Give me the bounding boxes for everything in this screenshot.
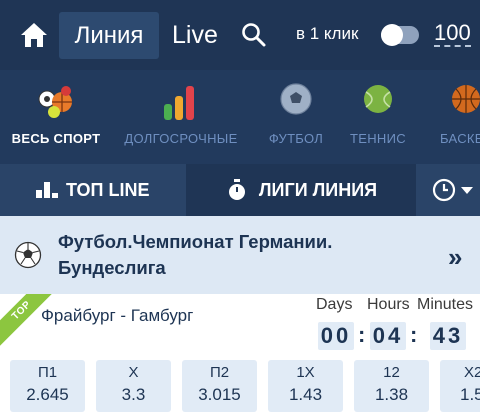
search-icon[interactable]: [241, 22, 267, 48]
sport-football[interactable]: ФУТБОЛ: [258, 70, 334, 164]
timer-labels: Days Hours Minutes: [316, 296, 480, 316]
one-click-label: в 1 клик: [296, 24, 359, 43]
sport-label: ТЕННИС: [350, 131, 406, 146]
stake-amount[interactable]: 100: [434, 21, 471, 47]
clock-icon: [432, 178, 456, 202]
timer-separator: :: [358, 322, 366, 347]
odd-label: 1X: [296, 364, 315, 381]
football-icon: [14, 241, 42, 269]
event-card: TOP Фрайбург - Гамбург Days Hours Minute…: [0, 294, 480, 420]
tab-live[interactable]: Live: [172, 12, 218, 59]
odd-button[interactable]: П1 2.645: [10, 360, 85, 412]
odd-value: 1.38: [374, 385, 409, 404]
tennis-ball-icon: [364, 85, 392, 113]
chevron-down-icon: [461, 187, 473, 194]
timer-label-days: Days: [316, 296, 353, 313]
tab-leagues[interactable]: ЛИГИ ЛИНИЯ: [188, 164, 416, 216]
timer-hours: 04: [370, 322, 406, 350]
double-chevron-right-icon[interactable]: »: [448, 242, 462, 273]
odd-label: X: [128, 364, 139, 381]
odd-value: 3.3: [121, 385, 146, 404]
timer-minutes: 43: [430, 322, 466, 350]
odd-value: 2.645: [26, 385, 69, 404]
league-header[interactable]: Футбол.Чемпионат Германии. Бундеслига »: [0, 216, 480, 294]
sport-tennis[interactable]: ТЕННИС: [340, 70, 416, 164]
countdown-timer: 00 : 04 : 43: [318, 322, 468, 350]
league-title: Футбол.Чемпионат Германии. Бундеслига: [58, 231, 333, 278]
home-icon[interactable]: [20, 22, 48, 48]
odd-value: 1.43: [288, 385, 323, 404]
all-sports-icon: [38, 86, 72, 118]
sports-row: ВЕСЬ СПОРТ ДОЛГОСРОЧНЫЕ ФУТБОЛ ТЕННИС БА…: [0, 70, 480, 164]
event-teams[interactable]: Фрайбург - Гамбург: [41, 306, 193, 326]
tab-top-line[interactable]: ТОП LINE: [0, 164, 186, 216]
odd-button[interactable]: 1X 1.43: [268, 360, 343, 412]
odd-label: П1: [37, 364, 58, 381]
odd-button[interactable]: П2 3.015: [182, 360, 257, 412]
sport-long-term[interactable]: ДОЛГОСРОЧНЫЕ: [120, 70, 242, 164]
tab-top-line-label: ТОП LINE: [66, 179, 150, 200]
football-icon: [280, 83, 312, 115]
sport-all[interactable]: ВЕСЬ СПОРТ: [4, 70, 108, 164]
sport-label: ДОЛГОСРОЧНЫЕ: [124, 131, 238, 146]
odd-value: 1.5: [460, 385, 480, 404]
stopwatch-icon: [228, 179, 245, 200]
basketball-icon: [452, 85, 480, 113]
odd-button[interactable]: 12 1.38: [354, 360, 429, 412]
tab-leagues-label: ЛИГИ ЛИНИЯ: [258, 179, 378, 200]
sport-label: БАСКЕТ: [439, 131, 480, 146]
top-bar: Линия Live в 1 клик 100: [0, 0, 480, 70]
timer-label-hours: Hours: [367, 296, 410, 313]
tab-line[interactable]: Линия: [59, 12, 159, 59]
timer-days: 00: [318, 322, 354, 350]
sub-tabs: ТОП LINE ЛИГИ ЛИНИЯ: [0, 164, 480, 216]
bar-chart-icon: [36, 182, 58, 198]
sport-basketball[interactable]: БАСКЕТ: [428, 70, 480, 164]
sport-label: ВЕСЬ СПОРТ: [11, 131, 101, 146]
long-term-chart-icon: [164, 86, 194, 120]
timer-separator: :: [410, 322, 418, 347]
odd-button[interactable]: X2 1.5: [440, 360, 480, 412]
odd-label: 12: [383, 364, 400, 381]
one-click-toggle[interactable]: [381, 24, 419, 46]
time-filter-button[interactable]: [416, 164, 480, 216]
odd-label: П2: [209, 364, 230, 381]
odd-button[interactable]: X 3.3: [96, 360, 171, 412]
sport-label: ФУТБОЛ: [268, 131, 324, 146]
toggle-knob: [381, 24, 403, 46]
odd-value: 3.015: [198, 385, 241, 404]
odd-label: X2: [464, 364, 480, 381]
timer-label-minutes: Minutes: [417, 296, 474, 313]
